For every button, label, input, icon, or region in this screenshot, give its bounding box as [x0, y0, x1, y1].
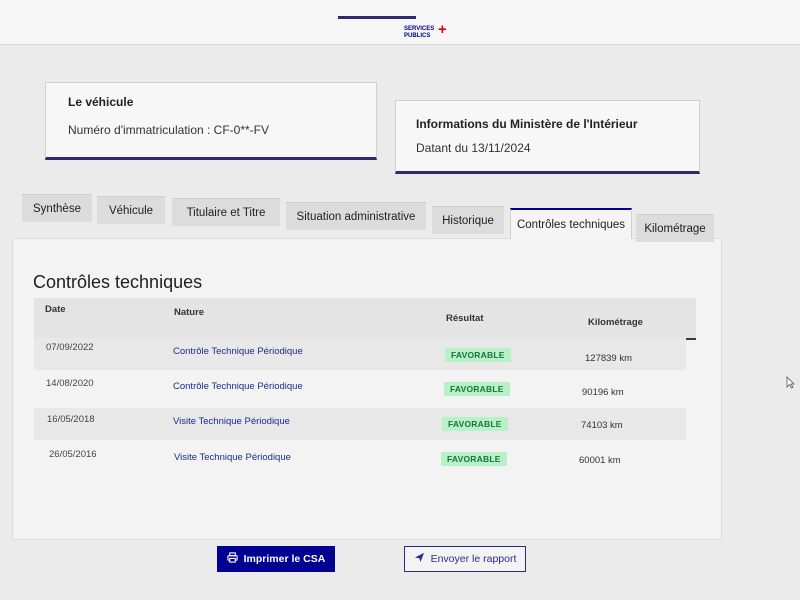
tab-controles-techniques[interactable]: Contrôles techniques — [510, 208, 632, 239]
tab-bar: Synthèse Véhicule Titulaire et Titre Sit… — [20, 194, 720, 242]
ministry-card-title: Informations du Ministère de l'Intérieur — [416, 117, 638, 131]
vehicle-card-title: Le véhicule — [68, 95, 134, 109]
logo-plus-icon: + — [438, 21, 447, 38]
row-km: 127839 km — [585, 353, 633, 364]
result-badge: FAVORABLE — [444, 382, 510, 396]
result-badge: FAVORABLE — [442, 417, 508, 431]
column-nature: Nature — [174, 307, 205, 318]
top-bar: SERVICES PUBLICS + — [0, 0, 800, 45]
row-nature: Visite Technique Périodique — [173, 416, 290, 427]
top-accent-bar — [338, 16, 416, 19]
tab-vehicule[interactable]: Véhicule — [97, 196, 165, 224]
row-km: 60001 km — [579, 455, 621, 466]
tab-situation-administrative[interactable]: Situation administrative — [286, 202, 426, 230]
tab-synthese[interactable]: Synthèse — [22, 194, 92, 222]
tab-historique[interactable]: Historique — [432, 206, 504, 234]
send-report-label: Envoyer le rapport — [430, 553, 517, 565]
column-kilometrage: Kilométrage — [588, 317, 643, 328]
services-publics-logo[interactable]: SERVICES PUBLICS + — [404, 21, 464, 44]
print-csa-button[interactable]: Imprimer le CSA — [217, 546, 335, 572]
mouse-cursor-icon — [786, 376, 795, 392]
table-row: 26/05/2016 Visite Technique Périodique F… — [34, 443, 686, 475]
table-row: 14/08/2020 Contrôle Technique Périodique… — [34, 373, 686, 405]
ministry-date: Datant du 13/11/2024 — [416, 141, 531, 155]
result-badge: FAVORABLE — [445, 348, 511, 362]
row-nature: Visite Technique Périodique — [174, 452, 291, 463]
row-nature: Contrôle Technique Périodique — [173, 346, 303, 357]
table-row: 16/05/2018 Visite Technique Périodique F… — [34, 408, 686, 440]
result-badge: FAVORABLE — [441, 452, 507, 466]
printer-icon — [227, 552, 238, 566]
logo-text: SERVICES PUBLICS — [404, 26, 435, 39]
vehicle-card: Le véhicule Numéro d'immatriculation : C… — [45, 82, 377, 160]
row-nature: Contrôle Technique Périodique — [173, 381, 303, 392]
ministry-card: Informations du Ministère de l'Intérieur… — [395, 100, 700, 174]
row-km: 74103 km — [581, 420, 623, 431]
row-date: 26/05/2016 — [49, 449, 97, 460]
row-date: 14/08/2020 — [46, 378, 94, 389]
row-date: 07/09/2022 — [46, 342, 94, 353]
send-report-button[interactable]: Envoyer le rapport — [404, 546, 526, 572]
section-title: Contrôles techniques — [33, 272, 203, 292]
row-date: 16/05/2018 — [47, 414, 95, 425]
print-csa-label: Imprimer le CSA — [243, 553, 326, 565]
registration-number: Numéro d'immatriculation : CF-0**-FV — [68, 123, 270, 137]
row-km: 90196 km — [582, 387, 624, 398]
column-date: Date — [45, 304, 66, 315]
table-row: 07/09/2022 Contrôle Technique Périodique… — [34, 338, 686, 370]
tab-kilometrage[interactable]: Kilométrage — [636, 214, 714, 242]
column-resultat: Résultat — [446, 313, 484, 324]
tab-titulaire-titre[interactable]: Titulaire et Titre — [172, 198, 280, 226]
table-header: Date Nature Résultat Kilométrage — [34, 298, 696, 340]
paper-plane-icon — [414, 552, 425, 566]
